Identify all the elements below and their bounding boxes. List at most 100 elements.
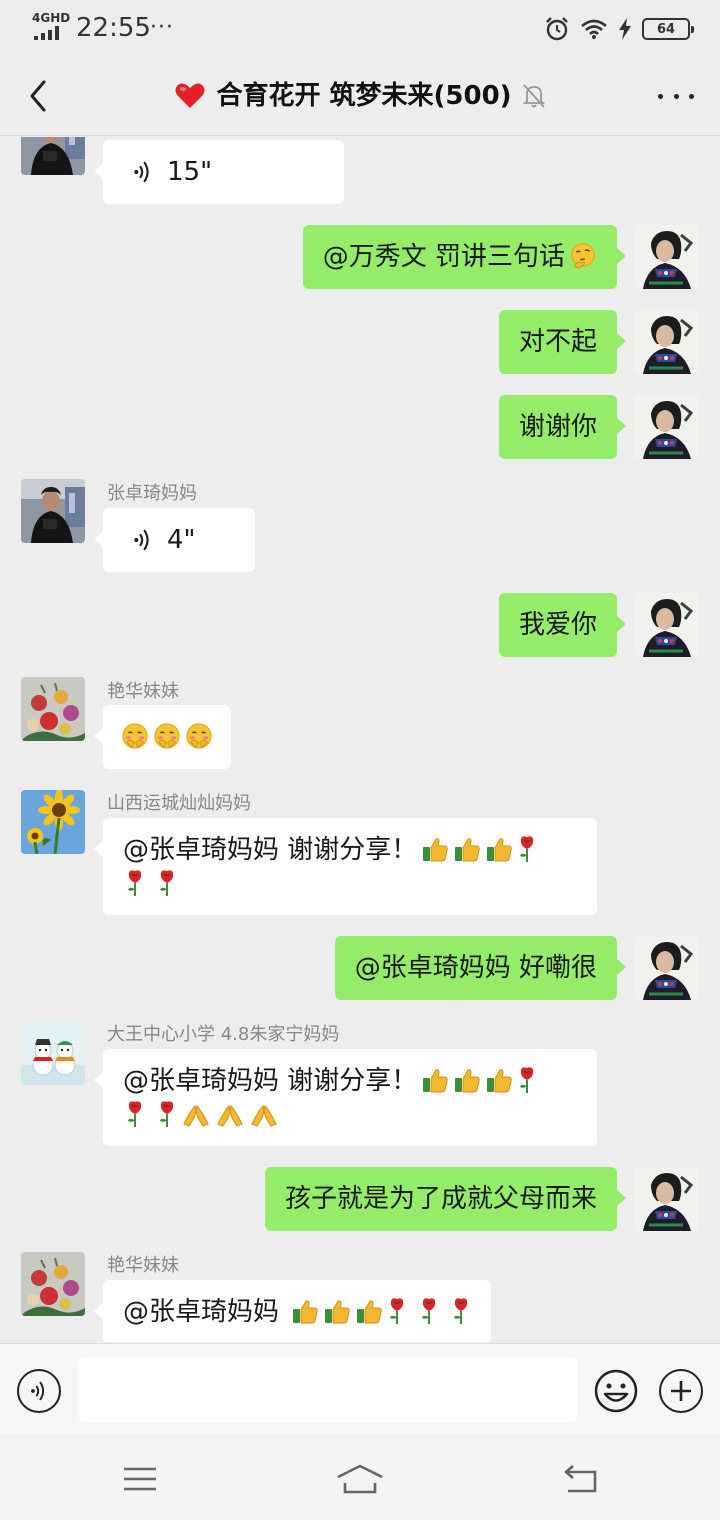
thumbs-up-emoji-icon [453,835,481,863]
emoji-icon [594,1369,638,1413]
avatar[interactable] [21,1021,85,1085]
nav-menu-button[interactable] [110,1461,170,1497]
home-icon [337,1464,383,1494]
thumbs-up-emoji-icon [421,835,449,863]
text-message[interactable]: 我爱你 [498,593,627,657]
wifi-icon [581,19,607,39]
rose-emoji-icon [157,1100,177,1128]
avatar[interactable] [21,1252,85,1316]
title-group: 合育花开 筑梦未来(500) [0,78,720,114]
battery-icon: 64 [642,18,694,40]
heart-icon [175,83,205,108]
message-text: 我爱你 [518,610,597,640]
message-text: @万秀文 罚讲三句话 [322,242,565,272]
voice-input-button[interactable] [17,1369,61,1413]
emoji-message[interactable] [94,705,231,769]
text-message[interactable]: 谢谢你 [498,395,627,459]
rose-emoji-icon [125,869,145,897]
text-message[interactable]: @张卓琦妈妈 [93,1280,492,1342]
shy-emoji-icon [121,722,149,750]
text-message[interactable]: @张卓琦妈妈 谢谢分享！ [94,818,597,915]
thumbs-up-emoji-icon [485,835,513,863]
message-input[interactable] [78,1358,577,1422]
thumbs-up-emoji-icon [485,1066,513,1094]
thumbs-up-emoji-icon [453,1066,481,1094]
message-text: @张卓琦妈妈 谢谢分享！ [123,1066,418,1096]
back-icon [564,1465,597,1493]
status-bar: 4GHD 22:55 ··· 64 [0,0,720,56]
sender-name: 张卓琦妈妈 [107,483,197,504]
shy-emoji-icon [185,722,213,750]
avatar[interactable] [21,677,85,741]
voice-icon [133,159,153,185]
rose-emoji-icon [387,1297,407,1325]
rose-emoji-icon [157,869,177,897]
thumbs-up-emoji-icon [421,1066,449,1094]
input-bar [0,1343,720,1436]
voice-message[interactable]: 15" [94,140,344,204]
system-nav-bar [0,1437,720,1520]
avatar[interactable] [635,593,699,657]
bell-off-icon [522,84,545,108]
text-message[interactable]: @张卓琦妈妈 谢谢分享！ [94,1049,597,1146]
plus-icon [671,1381,691,1401]
message-text: @张卓琦妈妈 好嘞很 [354,953,597,983]
more-functions-button[interactable] [659,1369,703,1413]
sender-name: 大王中心小学 4.8朱家宁妈妈 [107,1024,340,1045]
rose-emoji-icon [125,1100,145,1128]
sender-name: 艳华妹妹 [107,681,179,702]
rose-emoji-icon [451,1297,471,1325]
status-right: 64 [544,14,694,44]
emoji-button[interactable] [594,1369,638,1413]
charging-icon [619,18,631,40]
alarm-icon [546,17,568,41]
more-options-button[interactable] [658,86,694,106]
more-dot [689,93,694,99]
text-message[interactable]: 对不起 [498,310,627,374]
status-dots: ··· [150,15,174,40]
message-text: 谢谢你 [518,412,597,442]
status-time: 22:55 [76,13,151,43]
more-dot [658,93,663,99]
rose-emoji-icon [419,1297,439,1325]
voice-duration: 4" [167,525,196,555]
sender-name: 山西运城灿灿妈妈 [107,793,251,814]
thinking-emoji-icon [569,242,597,270]
nav-back-button[interactable] [550,1461,610,1497]
chat-title: 合育花开 筑梦未来(500) [216,81,512,111]
rose-emoji-icon [517,835,537,863]
thumbs-up-emoji-icon [355,1297,383,1325]
more-dot [673,93,679,99]
text-message[interactable]: @万秀文 罚讲三句话 [302,225,627,289]
shy-emoji-icon [153,722,181,750]
avatar[interactable] [635,936,699,1000]
avatar[interactable] [635,225,699,289]
menu-icon [124,1467,156,1491]
message-list[interactable]: 15" @万秀文 罚讲三句话 对不起 谢谢你 张卓琦妈妈 4" 我爱你 艳华妹妹… [0,137,720,1342]
voice-icon [30,1380,48,1402]
pray-emoji-icon [249,1100,279,1128]
voice-message[interactable]: 4" [94,508,255,572]
avatar[interactable] [635,1167,699,1231]
voice-duration: 15" [167,157,213,187]
thumbs-up-emoji-icon [323,1297,351,1325]
voice-icon [133,527,153,553]
message-text: 孩子就是为了成就父母而来 [284,1184,597,1214]
text-message[interactable]: @张卓琦妈妈 好嘞很 [334,936,627,1000]
thumbs-up-emoji-icon [291,1297,319,1325]
text-message[interactable]: 孩子就是为了成就父母而来 [264,1167,627,1231]
battery-level: 64 [656,21,676,37]
rose-emoji-icon [517,1066,537,1094]
pray-emoji-icon [181,1100,211,1128]
avatar[interactable] [21,790,85,854]
avatar[interactable] [21,479,85,543]
sender-name: 艳华妹妹 [107,1255,179,1276]
avatar[interactable] [635,395,699,459]
avatar[interactable] [635,310,699,374]
nav-home-button[interactable] [330,1461,390,1497]
chat-header: 合育花开 筑梦未来(500) [0,56,720,136]
message-text: @张卓琦妈妈 谢谢分享！ [123,835,418,865]
signal-icon [34,26,59,40]
avatar[interactable] [21,137,85,175]
message-text: @张卓琦妈妈 [123,1297,280,1327]
